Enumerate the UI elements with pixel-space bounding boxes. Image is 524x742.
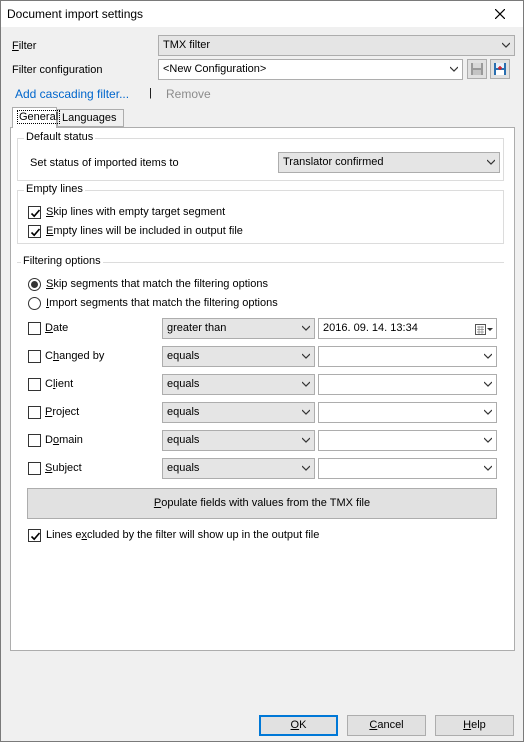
subject-label: Subject: [45, 462, 82, 474]
tab-languages[interactable]: Languages: [57, 109, 124, 127]
filter-configuration-label: Filter configuration: [12, 64, 103, 76]
filter-label: Filter: [12, 40, 37, 52]
project-label: Project: [45, 406, 80, 418]
skip-empty-target-checkbox[interactable]: [28, 206, 41, 219]
chevron-down-icon: [450, 66, 458, 72]
subject-value-dropdown[interactable]: [318, 458, 497, 479]
calendar-icon[interactable]: [475, 323, 493, 342]
cancel-button[interactable]: Cancel: [347, 715, 426, 736]
subject-checkbox[interactable]: [28, 462, 41, 475]
checkmark-icon: [30, 209, 41, 218]
project-checkbox[interactable]: [28, 406, 41, 419]
chevron-down-icon: [484, 353, 492, 359]
date-operator-dropdown[interactable]: greater than: [162, 318, 315, 339]
empty-lines-included-label: Empty lines will be included in output f…: [46, 225, 243, 237]
chevron-down-icon: [302, 325, 310, 331]
help-button[interactable]: Help: [435, 715, 514, 736]
filter-value: TMX filter: [163, 39, 211, 51]
changed-by-checkbox[interactable]: [28, 350, 41, 363]
dialog-window: Document import settings Filter TMX filt…: [0, 0, 524, 742]
chevron-down-icon: [302, 465, 310, 471]
chevron-down-icon: [484, 465, 492, 471]
project-operator-dropdown[interactable]: equals: [162, 402, 315, 423]
changed-by-label: Changed by: [45, 350, 105, 362]
add-cascading-filter-link[interactable]: Add cascading filter...: [15, 87, 129, 101]
checkmark-icon: [30, 228, 41, 237]
client-operator-dropdown[interactable]: equals: [162, 374, 315, 395]
close-icon[interactable]: [477, 1, 523, 27]
lines-excluded-label: Lines excluded by the filter will show u…: [46, 529, 320, 541]
chevron-down-icon: [484, 409, 492, 415]
domain-checkbox[interactable]: [28, 434, 41, 447]
domain-operator-dropdown[interactable]: equals: [162, 430, 315, 451]
domain-label: Domain: [45, 434, 83, 446]
chevron-down-icon: [484, 381, 492, 387]
populate-fields-button[interactable]: Populate fields with values from the TMX…: [27, 488, 497, 519]
ok-button[interactable]: OK: [259, 715, 338, 736]
title-bar: Document import settings: [1, 1, 523, 27]
disk-icon: [471, 63, 483, 75]
skip-segments-label: Skip segments that match the filtering o…: [46, 278, 268, 290]
empty-lines-included-checkbox[interactable]: [28, 225, 41, 238]
chevron-down-icon: [487, 159, 495, 165]
status-dropdown[interactable]: Translator confirmed: [278, 152, 500, 173]
date-checkbox[interactable]: [28, 322, 41, 335]
filter-dropdown[interactable]: TMX filter: [158, 35, 515, 56]
checkmark-icon: [30, 532, 41, 541]
import-segments-label: Import segments that match the filtering…: [46, 297, 278, 309]
chevron-down-icon: [302, 409, 310, 415]
empty-lines-title: Empty lines: [24, 183, 85, 195]
status-value: Translator confirmed: [283, 156, 384, 168]
skip-segments-radio[interactable]: [28, 278, 41, 291]
link-separator: |: [149, 87, 152, 99]
filtering-options-title: Filtering options: [21, 255, 103, 267]
save-configuration-button[interactable]: [467, 59, 487, 79]
edit-configuration-button[interactable]: [490, 59, 510, 79]
window-title: Document import settings: [7, 7, 144, 21]
disk-edit-icon: [494, 63, 506, 75]
date-label: Date: [45, 322, 69, 334]
changed-by-operator-dropdown[interactable]: equals: [162, 346, 315, 367]
skip-empty-target-label: Skip lines with empty target segment: [46, 206, 226, 218]
general-tab-panel: Default status Set status of imported it…: [10, 127, 515, 651]
chevron-down-icon: [302, 353, 310, 359]
set-status-label: Set status of imported items to: [30, 157, 179, 169]
client-checkbox[interactable]: [28, 378, 41, 391]
chevron-down-icon: [484, 437, 492, 443]
subject-operator-dropdown[interactable]: equals: [162, 458, 315, 479]
tab-general[interactable]: General: [12, 107, 61, 128]
remove-link[interactable]: Remove: [166, 87, 211, 101]
changed-by-value-dropdown[interactable]: [318, 346, 497, 367]
chevron-down-icon: [302, 437, 310, 443]
project-value-dropdown[interactable]: [318, 402, 497, 423]
default-status-title: Default status: [24, 131, 96, 143]
empty-lines-group: Empty lines Skip lines with empty target…: [17, 183, 504, 244]
chevron-down-icon: [502, 42, 510, 48]
client-label: Client: [45, 378, 74, 390]
lines-excluded-checkbox[interactable]: [28, 529, 41, 542]
filter-configuration-value: <New Configuration>: [163, 63, 267, 75]
import-segments-radio[interactable]: [28, 297, 41, 310]
default-status-group: Default status Set status of imported it…: [17, 131, 504, 181]
filter-configuration-dropdown[interactable]: <New Configuration>: [158, 59, 463, 80]
domain-value-dropdown[interactable]: [318, 430, 497, 451]
chevron-down-icon: [302, 381, 310, 387]
date-value-picker[interactable]: 2016. 09. 14. 13:34: [318, 318, 497, 339]
client-value-dropdown[interactable]: [318, 374, 497, 395]
